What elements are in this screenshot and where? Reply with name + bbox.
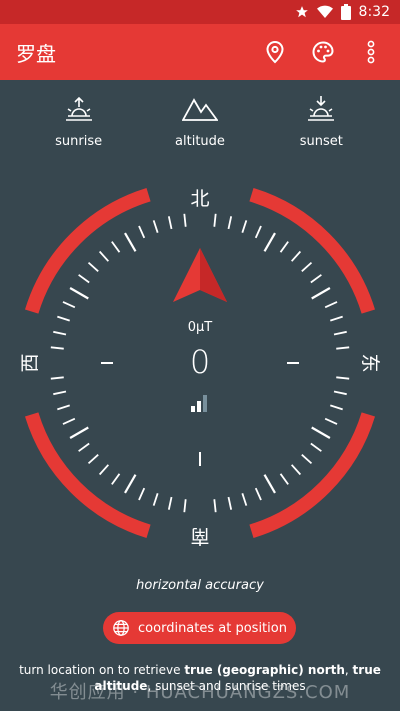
compass-tick bbox=[183, 499, 187, 513]
location-pin-icon[interactable] bbox=[262, 39, 288, 65]
north-label: 北 bbox=[190, 188, 209, 210]
compass-tick bbox=[301, 261, 313, 272]
compass-tick bbox=[213, 213, 217, 227]
ring-arc bbox=[249, 187, 376, 314]
compass-tick bbox=[62, 301, 76, 309]
app-bar: 罗盘 bbox=[0, 24, 400, 80]
compass-tick bbox=[311, 287, 331, 300]
hint-text-2: , bbox=[344, 663, 353, 677]
compass-tick bbox=[263, 474, 276, 494]
star-icon bbox=[295, 5, 309, 19]
more-vert-icon[interactable] bbox=[358, 39, 384, 65]
signal-strength-icon bbox=[191, 395, 207, 412]
compass-tick bbox=[87, 454, 99, 465]
quick-actions: sunrise altitude sunset bbox=[0, 92, 400, 149]
coordinates-button-label: coordinates at position bbox=[138, 620, 287, 636]
ring-arc bbox=[24, 412, 151, 539]
compass-tick bbox=[227, 216, 233, 230]
location-hint: turn location on to retrieve true (geogr… bbox=[16, 662, 384, 694]
hint-text-1: turn location on to retrieve bbox=[19, 663, 185, 677]
compass-tick bbox=[227, 496, 233, 510]
globe-icon bbox=[112, 619, 130, 637]
compass-tick bbox=[310, 442, 322, 452]
sunset-label: sunset bbox=[299, 134, 343, 149]
compass-tick bbox=[241, 220, 248, 233]
compass-tick bbox=[167, 496, 173, 510]
compass-tick bbox=[152, 220, 159, 233]
compass-tick bbox=[263, 232, 276, 252]
compass-tick bbox=[333, 390, 347, 396]
compass-tick bbox=[324, 301, 338, 309]
sunrise-icon bbox=[34, 92, 124, 126]
compass-tick bbox=[310, 274, 322, 284]
compass-tick bbox=[78, 274, 90, 284]
status-time: 8:32 bbox=[358, 4, 390, 20]
compass-tick bbox=[53, 390, 67, 396]
status-bar: 8:32 bbox=[0, 0, 400, 24]
compass-tick bbox=[213, 499, 217, 513]
compass-tick bbox=[254, 487, 262, 501]
coordinates-button[interactable]: coordinates at position bbox=[103, 612, 296, 644]
hint-text-3: , sunset and sunrise times bbox=[147, 679, 306, 693]
compass-tick bbox=[124, 474, 137, 494]
field-strength: 0µT bbox=[187, 320, 213, 335]
compass-tick bbox=[62, 417, 76, 425]
mountains-icon bbox=[155, 92, 245, 126]
compass-tick bbox=[324, 417, 338, 425]
compass-tick bbox=[69, 426, 89, 439]
compass-tick bbox=[241, 493, 248, 506]
compass-tick bbox=[69, 287, 89, 300]
compass-tick bbox=[87, 261, 99, 272]
altitude-label: altitude bbox=[175, 134, 225, 149]
palette-icon[interactable] bbox=[310, 39, 336, 65]
compass-tick bbox=[138, 487, 146, 501]
compass-tick bbox=[98, 464, 109, 476]
compass-tick bbox=[124, 232, 137, 252]
compass-tick bbox=[311, 426, 331, 439]
compass-tick bbox=[111, 241, 121, 253]
compass-tick bbox=[152, 493, 159, 506]
sunset-button[interactable]: sunset bbox=[276, 92, 366, 149]
compass-tick bbox=[254, 225, 262, 239]
accuracy-label: horizontal accuracy bbox=[136, 578, 264, 593]
heading-degrees: 0 bbox=[189, 343, 211, 381]
compass-tick bbox=[291, 250, 302, 262]
altitude-button[interactable]: altitude bbox=[155, 92, 245, 149]
compass-tick bbox=[98, 250, 109, 262]
compass-tick bbox=[138, 225, 146, 239]
compass-tick bbox=[279, 473, 289, 485]
compass-tick bbox=[301, 454, 313, 465]
sunset-icon bbox=[276, 92, 366, 126]
south-label: 南 bbox=[190, 525, 209, 547]
battery-icon bbox=[340, 4, 351, 20]
north-needle-shade bbox=[200, 248, 227, 302]
compass-tick bbox=[183, 213, 187, 227]
compass-tick bbox=[57, 404, 70, 411]
compass-tick bbox=[330, 404, 343, 411]
app-actions bbox=[262, 39, 384, 65]
app-title: 罗盘 bbox=[16, 41, 56, 66]
ring-arc bbox=[249, 412, 376, 539]
ring-arc bbox=[24, 187, 151, 314]
wifi-icon bbox=[316, 5, 333, 19]
compass-tick bbox=[279, 241, 289, 253]
sunrise-button[interactable]: sunrise bbox=[34, 92, 124, 149]
compass-tick bbox=[111, 473, 121, 485]
sunrise-label: sunrise bbox=[55, 134, 103, 149]
compass-tick bbox=[78, 442, 90, 452]
hint-bold-1: true (geographic) north bbox=[184, 663, 345, 677]
compass-tick bbox=[167, 216, 173, 230]
compass-tick bbox=[291, 464, 302, 476]
